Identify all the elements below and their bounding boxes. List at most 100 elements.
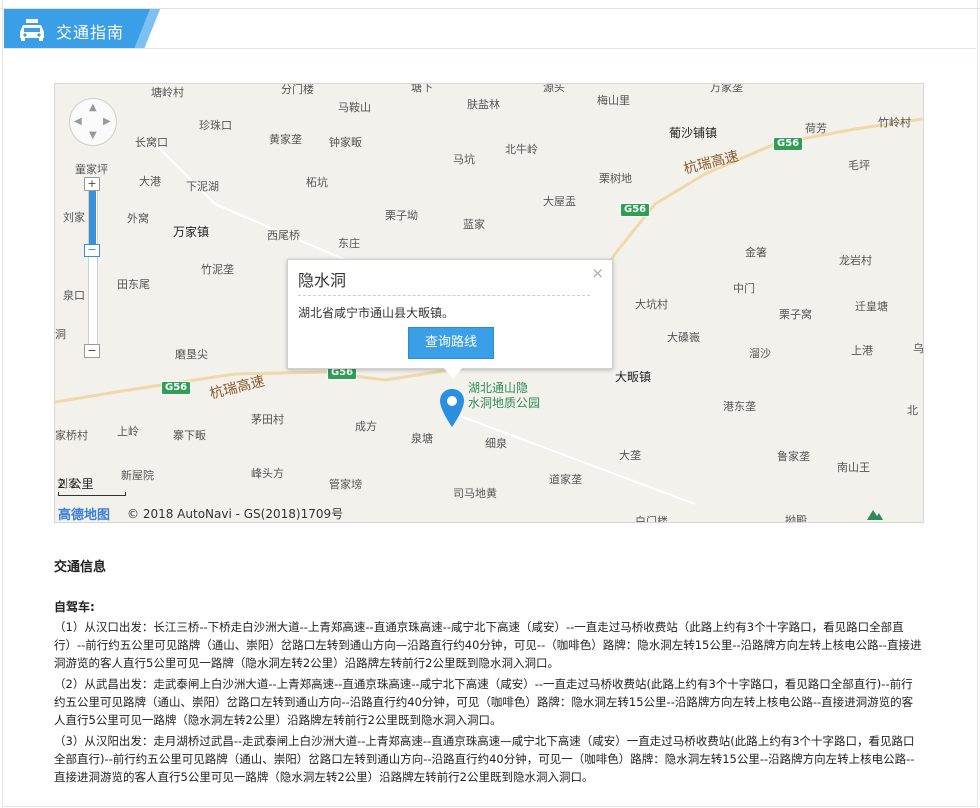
highway-shield: G56	[773, 137, 804, 151]
route-paragraph: （3）从汉阳出发：走月湖桥过武昌--走武泰闸上白沙洲大道--上青郑高速--直通京…	[54, 734, 915, 784]
place-label: 万家垄	[710, 83, 743, 94]
place-label: 源头	[543, 83, 565, 94]
place-label: 港东垄	[723, 400, 756, 413]
place-label: 柘坑	[306, 176, 328, 189]
place-label: 长窝口	[135, 136, 168, 149]
pan-control[interactable]: ▲ ▼ ◀ ▶	[69, 98, 117, 146]
place-label: 白门楼	[635, 515, 668, 523]
place-label: 司马地黄	[453, 487, 497, 500]
map-logo[interactable]: 高德地图	[58, 504, 110, 522]
place-label: 钟家畈	[329, 136, 362, 149]
zoom-in-button[interactable]: +	[84, 177, 100, 191]
place-label: 葡沙铺镇	[669, 126, 718, 140]
map-view[interactable]: 塘岭村 分门楼 马鞍山 塘下 肤盐林 源头 梅山里 万家垄 珍珠口 长窝口 黄家…	[54, 83, 924, 523]
route-paragraph: （2）从武昌出发：走武泰闸上白沙洲大道--上青郑高速--直通京珠高速--咸宁北下…	[54, 677, 914, 727]
poi-label-line: 水洞地质公园	[468, 396, 541, 410]
place-label: 肤盐林	[467, 98, 500, 111]
place-label: 荷芳	[805, 122, 827, 135]
traffic-info-section: 交通信息 自驾车: （1）从汉口出发：长江三桥--下桥走白沙洲大道--上青郑高速…	[54, 556, 924, 786]
place-label: 鲁家垄	[777, 450, 810, 463]
section-heading: 交通信息	[54, 560, 107, 575]
popup-title: 隐水洞	[298, 271, 347, 290]
place-label: 下泥湖	[186, 180, 219, 193]
place-label: 龙岩村	[839, 254, 872, 267]
place-label: 栗树地	[599, 172, 632, 185]
route-paragraph: （1）从汉口出发：长江三桥--下桥走白沙洲大道--上青郑高速--直通京珠高速--…	[54, 620, 922, 670]
poi-label-line: 湖北通山隐	[468, 381, 529, 395]
zoom-slider-handle[interactable]: −	[84, 244, 100, 257]
place-label: 黄家垄	[269, 133, 302, 146]
popup-divider	[298, 295, 590, 296]
place-label: 分门楼	[281, 83, 314, 96]
place-label: 东庄	[338, 237, 360, 250]
place-label: 乌	[913, 342, 924, 355]
location-pin-icon[interactable]	[440, 389, 464, 427]
place-label: 金箸	[745, 246, 767, 259]
place-label: 峰头方	[251, 467, 284, 480]
close-icon[interactable]: ×	[591, 264, 604, 282]
place-label: 溜沙	[749, 347, 771, 360]
place-label: 泉塘	[411, 432, 433, 445]
place-label: 细泉	[485, 437, 507, 450]
place-label: 珍珠口	[199, 119, 232, 132]
pan-up-icon[interactable]: ▲	[89, 102, 97, 113]
place-label: 大港	[139, 175, 161, 188]
place-label: 外窝	[127, 212, 149, 225]
place-label: 蓝家	[463, 218, 485, 231]
info-popup: 隐水洞 × 湖北省咸宁市通山县大畈镇。 查询路线	[287, 259, 613, 379]
place-label: 茅田村	[251, 413, 284, 426]
place-label: 大垄	[619, 449, 641, 462]
popup-pointer	[443, 367, 463, 379]
tab-underline	[4, 48, 976, 49]
place-label: 竹岭村	[878, 116, 911, 129]
place-label: 童家坪	[75, 163, 108, 176]
place-label: 塘下	[411, 83, 433, 94]
pan-left-icon[interactable]: ◀	[74, 116, 82, 127]
place-label: 西尾桥	[267, 229, 300, 242]
tab-label: 交通指南	[56, 23, 125, 42]
place-label: 拗殿	[785, 514, 807, 523]
place-label: 南山王	[837, 461, 870, 474]
place-label: 大屋盂	[543, 195, 576, 208]
map-copyright: © 2018 AutoNavi - GS(2018)1709号	[127, 507, 344, 521]
place-label: 上港	[851, 344, 873, 357]
highway-shield: G56	[620, 203, 651, 217]
place-label: 洞	[55, 328, 66, 341]
self-drive-title: 自驾车:	[54, 600, 95, 614]
place-label: 万家镇	[173, 225, 210, 239]
poi-label[interactable]: 湖北通山隐 水洞地质公园	[468, 381, 540, 411]
place-label: 泉口	[63, 289, 85, 302]
place-label: 大畈镇	[615, 370, 652, 384]
place-label: 中门	[733, 282, 755, 295]
place-label: 马鞍山	[338, 101, 371, 114]
traffic-guide-tab[interactable]: 交通指南	[4, 9, 160, 49]
place-label: 上岭	[117, 425, 139, 438]
place-label: 大磉嶶	[667, 331, 700, 344]
place-label: 竹泥垄	[201, 263, 234, 276]
place-label: 成方	[355, 420, 377, 433]
car-icon	[20, 19, 44, 41]
place-label: 塘岭村	[151, 86, 184, 99]
place-label: 北牛岭	[505, 143, 538, 156]
scale-label: 2 公里	[58, 477, 94, 491]
route-search-button[interactable]: 查询路线	[408, 327, 494, 359]
place-label: 新屋院	[121, 469, 154, 482]
pan-down-icon[interactable]: ▼	[89, 130, 97, 141]
place-label: 田东尾	[117, 278, 150, 291]
place-label: 家桥村	[55, 429, 88, 442]
place-label: 栗子窝	[779, 308, 812, 321]
place-label: 马坑	[453, 153, 475, 166]
popup-address: 湖北省咸宁市通山县大畈镇。	[298, 306, 455, 320]
place-label: 梅山里	[597, 94, 630, 107]
place-label: 毛坪	[848, 159, 870, 172]
place-label: 大坑村	[635, 298, 668, 311]
place-label: 刘家	[63, 211, 85, 224]
place-label: 迁皇塘	[855, 300, 888, 313]
place-label: 北	[907, 404, 918, 417]
pan-right-icon[interactable]: ▶	[103, 116, 111, 127]
zoom-out-button[interactable]: −	[84, 344, 100, 358]
place-label: 栗子坳	[385, 209, 418, 222]
place-label: 管家塝	[329, 478, 362, 491]
place-label: 道家垄	[549, 473, 582, 486]
place-label: 磨垦尖	[175, 348, 208, 361]
